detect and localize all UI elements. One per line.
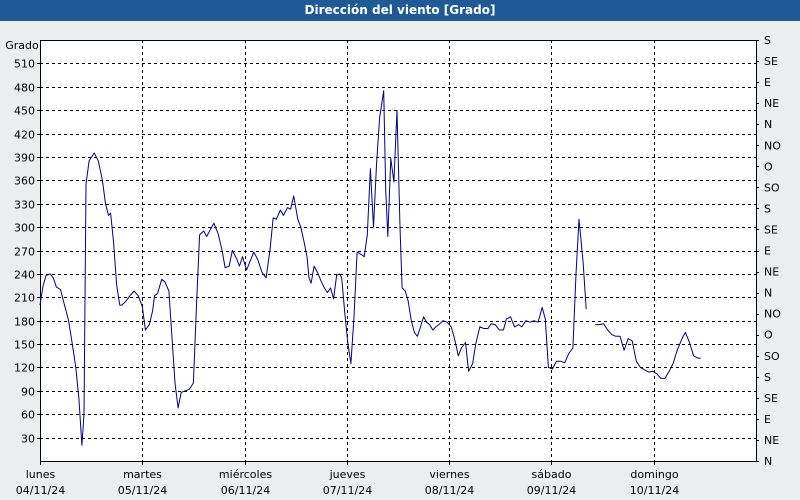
right-tick-label: NE — [764, 434, 779, 447]
y-tick-label: 480 — [14, 82, 35, 95]
x-tick-date: 05/11/24 — [118, 484, 167, 497]
right-tick-label: S — [764, 371, 771, 384]
y-tick-label: 420 — [14, 129, 35, 142]
right-tick-label: SO — [764, 181, 780, 194]
y-tick-label: 450 — [14, 105, 35, 118]
right-tick-label: O — [764, 329, 773, 342]
right-tick-label: E — [764, 413, 771, 426]
plot-area — [40, 40, 757, 462]
y-tick-label: 240 — [14, 269, 35, 282]
right-tick-label: NO — [764, 308, 781, 321]
right-tick-label: SE — [764, 55, 778, 68]
x-tick-day: martes — [123, 468, 162, 481]
right-tick-label: SE — [764, 223, 778, 236]
y-axis-ticks: 30 60 90 120 150 180 210 240 270 300 330 360 390 420 4… — [14, 58, 40, 446]
y-tick-label: 120 — [14, 362, 35, 375]
x-tick-day: domingo — [630, 468, 678, 481]
right-tick-label: NE — [764, 97, 779, 110]
x-tick-day: lunes — [26, 468, 56, 481]
y-tick-label: 270 — [14, 246, 35, 259]
x-tick-date: 07/11/24 — [323, 484, 372, 497]
x-axis-ticks: lunes 04/11/24 martes 05/11/24 miércoles 06/1… — [16, 461, 679, 497]
right-tick-label: E — [764, 76, 771, 89]
y-axis-label: Grado — [5, 39, 39, 52]
right-tick-label: NO — [764, 139, 781, 152]
right-tick-label: O — [764, 160, 773, 173]
x-tick-date: 04/11/24 — [16, 484, 65, 497]
right-tick-label: N — [764, 455, 772, 468]
x-tick-date: 06/11/24 — [221, 484, 270, 497]
x-tick-date: 09/11/24 — [527, 484, 576, 497]
right-tick-label: S — [764, 34, 771, 47]
y-tick-label: 330 — [14, 199, 35, 212]
x-tick-day: miércoles — [219, 468, 272, 481]
y-tick-label: 210 — [14, 292, 35, 305]
right-tick-label: SE — [764, 392, 778, 405]
y-tick-label: 510 — [14, 58, 35, 71]
y-tick-label: 150 — [14, 339, 35, 352]
y-tick-label: 360 — [14, 175, 35, 188]
y-tick-label: 300 — [14, 222, 35, 235]
y-tick-label: 390 — [14, 152, 35, 165]
y-tick-label: 180 — [14, 316, 35, 329]
right-axis-ticks: N NE E SE S SO O NO N NE E SE S SO O NO N NE E SE S — [756, 34, 781, 468]
right-tick-label: S — [764, 202, 771, 215]
chart-title: Dirección del viento [Grado] — [0, 0, 800, 21]
wind-direction-chart: 30 60 90 120 150 180 210 240 270 300 330 360 390 420 4… — [5, 34, 781, 497]
x-tick-date: 08/11/24 — [425, 484, 474, 497]
right-tick-label: N — [764, 287, 772, 300]
x-tick-day: sábado — [532, 468, 572, 481]
x-tick-day: jueves — [329, 468, 366, 481]
y-tick-label: 60 — [21, 409, 35, 422]
x-tick-day: viernes — [429, 468, 469, 481]
y-tick-label: 30 — [21, 433, 35, 446]
right-tick-label: SO — [764, 350, 780, 363]
y-tick-label: 90 — [21, 386, 35, 399]
x-tick-date: 10/11/24 — [630, 484, 679, 497]
right-tick-label: NE — [764, 266, 779, 279]
right-tick-label: E — [764, 245, 771, 258]
right-tick-label: N — [764, 118, 772, 131]
